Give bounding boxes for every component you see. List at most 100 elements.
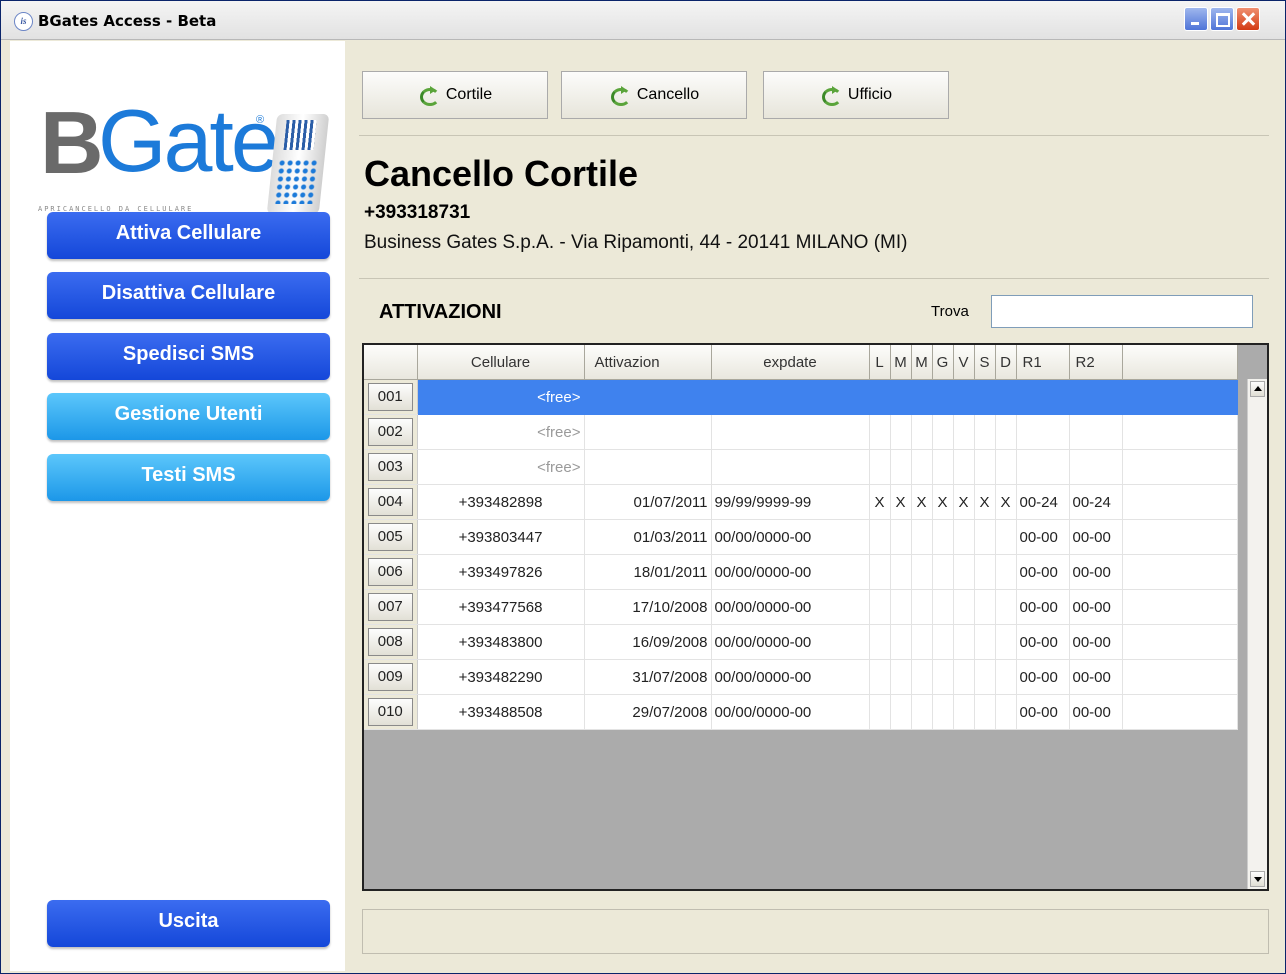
table-cell[interactable]: X — [974, 484, 996, 520]
close-button[interactable] — [1236, 7, 1260, 31]
cancello-button[interactable]: Cancello — [561, 71, 747, 119]
table-cell[interactable] — [1016, 379, 1070, 415]
column-header[interactable]: V — [953, 345, 975, 380]
table-cell[interactable]: +393803447 — [417, 519, 585, 555]
uscita-button[interactable]: Uscita — [47, 900, 330, 947]
table-cell[interactable]: 00/00/0000-00 — [711, 624, 870, 660]
table-cell[interactable]: X — [953, 484, 975, 520]
table-cell[interactable]: 31/07/2008 — [584, 659, 712, 695]
table-row[interactable]: 002 <free> — [364, 414, 1238, 450]
table-cell[interactable]: 00-00 — [1016, 554, 1070, 590]
table-cell[interactable]: 00/00/0000-00 — [711, 694, 870, 730]
table-cell[interactable] — [1016, 414, 1070, 450]
table-cell[interactable] — [995, 589, 1017, 625]
table-cell[interactable] — [869, 694, 891, 730]
scroll-up-icon[interactable] — [1250, 381, 1265, 397]
table-cell[interactable] — [869, 624, 891, 660]
table-cell[interactable] — [869, 519, 891, 555]
table-row[interactable]: 005 +393803447 01/03/2011 00/00/0000-00 00-0… — [364, 519, 1238, 555]
row-header[interactable]: 002 — [364, 414, 418, 450]
table-cell[interactable] — [974, 659, 996, 695]
row-header[interactable]: 004 — [364, 484, 418, 520]
table-row[interactable]: 010 +393488508 29/07/2008 00/00/0000-00 00-0… — [364, 694, 1238, 730]
table-cell[interactable] — [584, 414, 712, 450]
table-cell[interactable]: 00/00/0000-00 — [711, 554, 870, 590]
table-cell[interactable] — [974, 694, 996, 730]
column-header[interactable]: R2 — [1069, 345, 1123, 380]
table-cell[interactable] — [890, 694, 912, 730]
table-cell[interactable] — [974, 414, 996, 450]
table-cell[interactable]: 17/10/2008 — [584, 589, 712, 625]
table-cell[interactable] — [974, 449, 996, 485]
row-header[interactable]: 006 — [364, 554, 418, 590]
row-header[interactable]: 007 — [364, 589, 418, 625]
table-cell[interactable]: 00-00 — [1016, 624, 1070, 660]
column-header[interactable]: D — [995, 345, 1017, 380]
table-cell[interactable] — [995, 659, 1017, 695]
table-row[interactable]: 006 +393497826 18/01/2011 00/00/0000-00 00-0… — [364, 554, 1238, 590]
table-cell[interactable] — [869, 659, 891, 695]
table-cell[interactable] — [869, 554, 891, 590]
table-cell[interactable]: 00-00 — [1016, 589, 1070, 625]
table-cell[interactable]: 00-00 — [1069, 624, 1123, 660]
row-header[interactable]: 001 — [364, 379, 418, 415]
table-cell[interactable] — [953, 694, 975, 730]
table-cell[interactable] — [953, 414, 975, 450]
table-cell[interactable]: X — [890, 484, 912, 520]
column-header[interactable]: G — [932, 345, 954, 380]
row-header[interactable]: 009 — [364, 659, 418, 695]
table-cell[interactable] — [932, 519, 954, 555]
gestione-utenti-button[interactable]: Gestione Utenti — [47, 393, 330, 440]
table-cell[interactable] — [911, 414, 933, 450]
table-cell[interactable] — [953, 554, 975, 590]
table-cell[interactable] — [911, 659, 933, 695]
table-cell[interactable] — [911, 519, 933, 555]
table-cell[interactable] — [1069, 449, 1123, 485]
table-cell[interactable]: 99/99/9999-99 — [711, 484, 870, 520]
table-cell[interactable] — [932, 449, 954, 485]
table-cell[interactable] — [711, 379, 870, 415]
table-cell[interactable] — [974, 379, 996, 415]
table-cell[interactable] — [584, 449, 712, 485]
table-cell[interactable]: 00/00/0000-00 — [711, 659, 870, 695]
table-cell[interactable]: 00-00 — [1016, 694, 1070, 730]
row-header[interactable]: 005 — [364, 519, 418, 555]
table-cell[interactable] — [890, 554, 912, 590]
table-cell[interactable] — [890, 624, 912, 660]
find-input[interactable] — [991, 295, 1253, 328]
cortile-button[interactable]: Cortile — [362, 71, 548, 119]
table-cell[interactable] — [890, 449, 912, 485]
table-cell[interactable] — [953, 379, 975, 415]
table-cell[interactable]: <free> — [417, 379, 585, 415]
table-cell[interactable]: X — [911, 484, 933, 520]
table-cell[interactable]: 00-24 — [1016, 484, 1070, 520]
table-cell[interactable]: +393477568 — [417, 589, 585, 625]
table-cell[interactable] — [995, 414, 1017, 450]
table-cell[interactable]: 00-00 — [1016, 519, 1070, 555]
table-cell[interactable]: 00/00/0000-00 — [711, 589, 870, 625]
table-cell[interactable] — [995, 379, 1017, 415]
column-header[interactable]: L — [869, 345, 891, 380]
table-cell[interactable] — [711, 414, 870, 450]
table-cell[interactable]: 00-00 — [1069, 659, 1123, 695]
table-cell[interactable]: +393482290 — [417, 659, 585, 695]
table-cell[interactable]: 00-00 — [1069, 694, 1123, 730]
table-cell[interactable]: 16/09/2008 — [584, 624, 712, 660]
table-cell[interactable] — [974, 624, 996, 660]
table-cell[interactable] — [974, 519, 996, 555]
disattiva-cellulare-button[interactable]: Disattiva Cellulare — [47, 272, 330, 319]
table-cell[interactable]: X — [995, 484, 1017, 520]
vertical-scrollbar[interactable] — [1247, 379, 1267, 889]
table-cell[interactable]: X — [932, 484, 954, 520]
table-cell[interactable] — [911, 624, 933, 660]
minimize-button[interactable] — [1184, 7, 1208, 31]
table-cell[interactable] — [911, 694, 933, 730]
column-header[interactable] — [364, 345, 418, 380]
table-cell[interactable]: +393488508 — [417, 694, 585, 730]
row-header[interactable]: 003 — [364, 449, 418, 485]
maximize-button[interactable] — [1210, 7, 1234, 31]
table-cell[interactable] — [890, 379, 912, 415]
table-cell[interactable]: X — [869, 484, 891, 520]
column-header[interactable]: Attivazion — [584, 345, 712, 380]
table-cell[interactable]: 00-00 — [1069, 554, 1123, 590]
